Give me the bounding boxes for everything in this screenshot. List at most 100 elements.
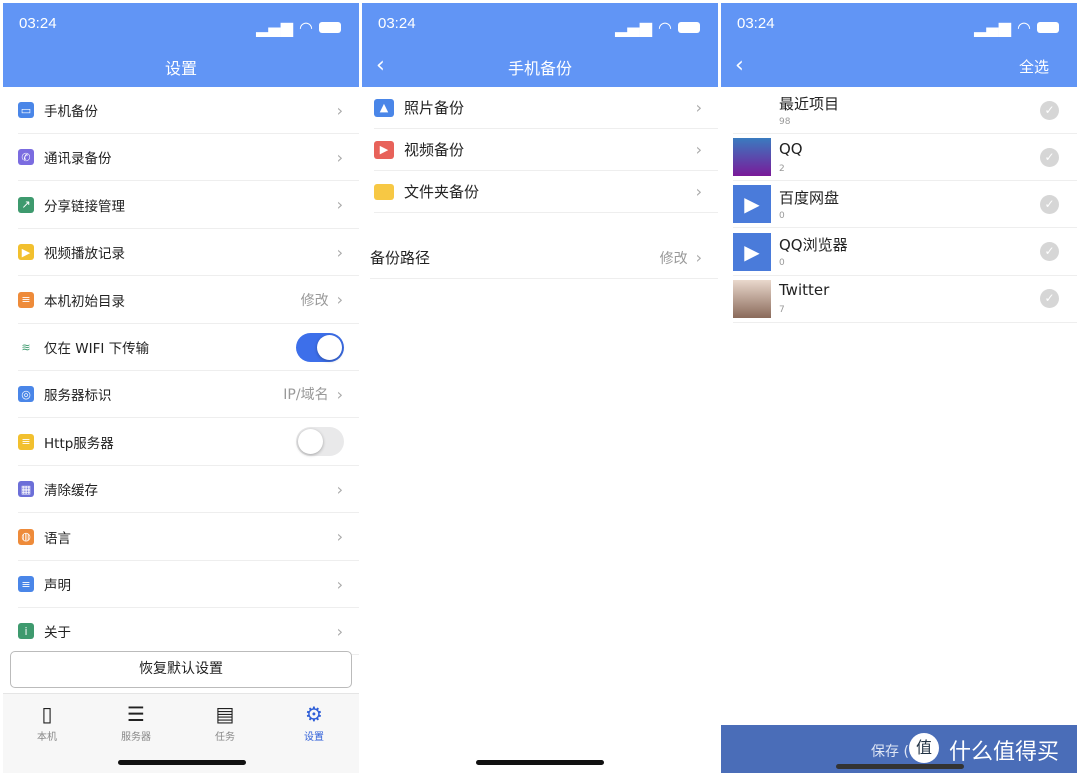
page-title: 设置 bbox=[164, 59, 197, 78]
settings-row[interactable]: ▭ 手机备份 › bbox=[18, 87, 359, 134]
save-bar[interactable]: 保存 ( 值 什么值得买 bbox=[721, 725, 1077, 773]
row-label: 照片备份 bbox=[404, 99, 465, 117]
row-label: 服务器标识 bbox=[44, 388, 112, 405]
row-label: 清除缓存 bbox=[44, 483, 98, 500]
photo-backup-row[interactable]: ▲ 照片备份 › bbox=[374, 87, 718, 129]
album-row[interactable]: Twitter 7 ✓ bbox=[733, 276, 1077, 323]
page-title: 手机备份 bbox=[507, 59, 572, 78]
tablet-icon: ▭ bbox=[18, 102, 34, 118]
tab-settings[interactable]: ⚙ 设置 bbox=[284, 702, 344, 743]
video-icon: ▶ bbox=[374, 140, 394, 159]
tab-label: 本机 bbox=[37, 732, 57, 743]
album-name: QQ浏览器 bbox=[779, 236, 848, 255]
settings-row[interactable]: ▦ 清除缓存 › bbox=[18, 466, 359, 514]
battery-icon bbox=[678, 22, 700, 33]
status-icons: ▂▄▆ ◠ bbox=[974, 18, 1059, 37]
select-all-button[interactable]: 全选 bbox=[1019, 56, 1049, 77]
play-history-icon: ▶ bbox=[18, 244, 34, 261]
row-label: 本机初始目录 bbox=[44, 293, 125, 310]
check-circle-icon[interactable]: ✓ bbox=[1040, 147, 1059, 167]
watermark-text: 什么值得买 bbox=[949, 740, 1060, 765]
settings-row[interactable]: ≡ 声明 › bbox=[18, 561, 359, 608]
tab-server[interactable]: ☰ 服务器 bbox=[106, 702, 166, 743]
tab-local[interactable]: ▯ 本机 bbox=[17, 702, 77, 743]
settings-row[interactable]: ≡ Http服务器 bbox=[18, 419, 359, 466]
wifi-only-toggle[interactable] bbox=[296, 332, 344, 362]
album-thumbnail bbox=[733, 91, 771, 129]
http-server-toggle[interactable] bbox=[296, 427, 344, 457]
folder-backup-row[interactable]: 文件夹备份 › bbox=[374, 171, 718, 213]
signal-icon: ▂▄▆ bbox=[974, 18, 1012, 37]
row-label: 视频播放记录 bbox=[44, 246, 125, 263]
info-icon: i bbox=[18, 623, 34, 640]
home-indicator bbox=[476, 760, 604, 765]
status-time: 03:24 bbox=[19, 15, 57, 32]
chevron-right-icon: › bbox=[695, 98, 702, 117]
tab-label: 任务 bbox=[215, 732, 235, 743]
share-icon: ↗ bbox=[18, 196, 34, 213]
watermark-logo-icon: 值 bbox=[909, 733, 939, 763]
settings-row[interactable]: ◎ 服务器标识 IP/域名 › bbox=[18, 371, 359, 419]
chevron-right-icon: › bbox=[695, 248, 702, 267]
phone-backup-screen: 03:24 ▂▄▆ ◠ ‹ 手机备份 ▲ 照片备份 › ▶ 视频备份 › 文件夹备份 › 备… bbox=[362, 3, 718, 773]
chevron-right-icon: › bbox=[336, 479, 343, 499]
chevron-right-icon: › bbox=[336, 242, 343, 262]
folder-icon bbox=[374, 183, 394, 200]
status-icons: ▂▄▆ ◠ bbox=[615, 18, 700, 37]
chevron-right-icon: › bbox=[336, 290, 343, 310]
album-row[interactable]: ▶ 百度网盘 0 ✓ bbox=[733, 181, 1077, 229]
chevron-right-icon: › bbox=[336, 574, 343, 594]
backup-path-row[interactable]: 备份路径 修改 › bbox=[370, 237, 718, 279]
settings-row[interactable]: i 关于 › bbox=[18, 608, 359, 656]
album-count: 98 bbox=[779, 116, 791, 127]
album-row[interactable]: 最近项目 98 ✓ bbox=[733, 87, 1077, 134]
check-circle-icon[interactable]: ✓ bbox=[1040, 100, 1059, 120]
battery-icon bbox=[1037, 22, 1059, 33]
back-button[interactable]: ‹ bbox=[735, 53, 744, 78]
album-count: 0 bbox=[779, 210, 785, 221]
document-icon: ▤ bbox=[215, 702, 235, 726]
row-label: Http服务器 bbox=[44, 435, 114, 452]
settings-screen: 03:24 ▂▄▆ ◠ 设置 ▭ 手机备份 › ✆ 通讯录备份 › ↗ 分享链接管理 ›… bbox=[3, 3, 359, 773]
album-row[interactable]: ▶ QQ浏览器 0 ✓ bbox=[733, 229, 1077, 276]
message-icon: ≡ bbox=[18, 576, 34, 592]
status-icons: ▂▄▆ ◠ bbox=[256, 18, 341, 37]
save-button[interactable]: 保存 ( bbox=[871, 741, 909, 761]
album-name: Twitter bbox=[779, 281, 830, 300]
chevron-right-icon: › bbox=[336, 384, 343, 404]
nav-header: 03:24 ▂▄▆ ◠ ‹ 全选 bbox=[721, 3, 1077, 87]
chevron-right-icon: › bbox=[336, 527, 343, 547]
chevron-right-icon: › bbox=[336, 621, 343, 641]
settings-row[interactable]: ◍ 语言 › bbox=[18, 514, 359, 561]
album-count: 7 bbox=[779, 305, 785, 316]
settings-row[interactable]: ✆ 通讯录备份 › bbox=[18, 134, 359, 182]
video-backup-row[interactable]: ▶ 视频备份 › bbox=[374, 129, 718, 171]
http-server-icon: ≡ bbox=[18, 433, 34, 450]
server-id-icon: ◎ bbox=[18, 386, 34, 403]
album-count: 2 bbox=[779, 163, 785, 174]
album-thumbnail bbox=[733, 279, 771, 318]
nav-header: 03:24 ▂▄▆ ◠ 设置 bbox=[3, 3, 359, 87]
album-thumbnail bbox=[733, 138, 771, 177]
chevron-right-icon: › bbox=[695, 140, 702, 159]
settings-row[interactable]: ▶ 视频播放记录 › bbox=[18, 229, 359, 277]
settings-row[interactable]: ↗ 分享链接管理 › bbox=[18, 182, 359, 229]
reset-defaults-button[interactable]: 恢复默认设置 bbox=[10, 651, 352, 688]
row-label: 文件夹备份 bbox=[404, 183, 480, 201]
check-circle-icon[interactable]: ✓ bbox=[1040, 194, 1059, 214]
globe-icon: ◍ bbox=[18, 528, 34, 545]
row-value: 修改 bbox=[300, 292, 329, 309]
album-row[interactable]: QQ 2 ✓ bbox=[733, 134, 1077, 182]
row-label: 分享链接管理 bbox=[44, 198, 125, 215]
check-circle-icon[interactable]: ✓ bbox=[1040, 289, 1059, 309]
settings-row[interactable]: ≡ 本机初始目录 修改 › bbox=[18, 277, 359, 324]
tab-tasks[interactable]: ▤ 任务 bbox=[195, 702, 255, 743]
settings-row[interactable]: ≋ 仅在 WIFI 下传输 bbox=[18, 324, 359, 371]
contacts-icon: ✆ bbox=[18, 149, 34, 166]
signal-icon: ▂▄▆ bbox=[256, 18, 294, 37]
status-time: 03:24 bbox=[378, 15, 416, 32]
battery-icon bbox=[319, 22, 341, 33]
tab-label: 设置 bbox=[304, 732, 324, 743]
album-thumbnail: ▶ bbox=[733, 185, 771, 224]
check-circle-icon[interactable]: ✓ bbox=[1040, 242, 1059, 262]
